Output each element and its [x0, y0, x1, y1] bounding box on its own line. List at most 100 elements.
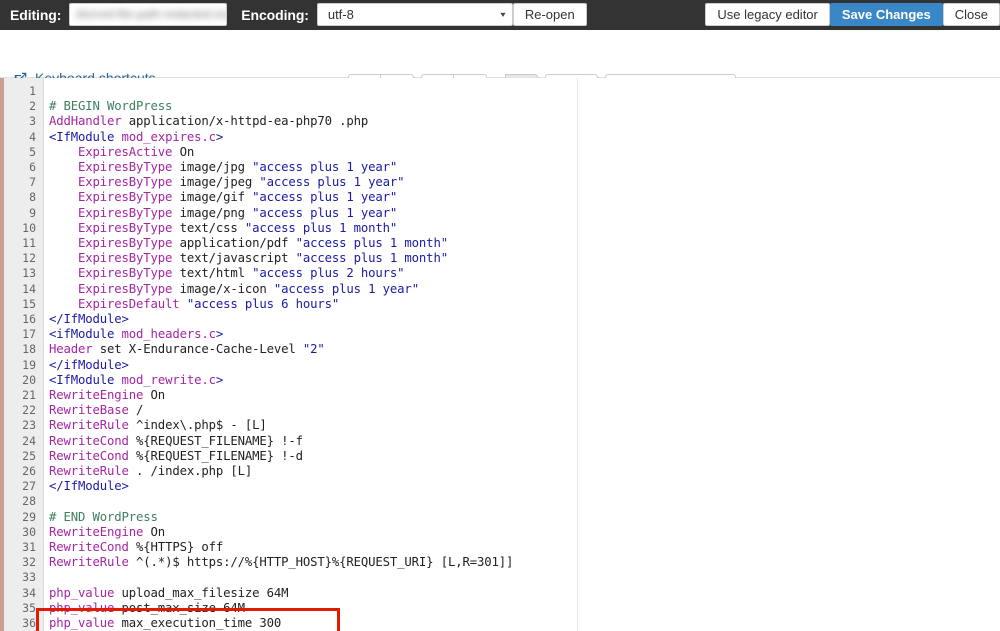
line-text: ExpiresByType application/pdf "access pl… — [78, 236, 448, 250]
line-number: 25 — [22, 448, 36, 463]
reopen-button[interactable]: Re-open — [512, 3, 587, 26]
code-line[interactable]: 15 ExpiresDefault "access plus 6 hours" — [0, 297, 1000, 312]
line-number: 21 — [22, 388, 36, 402]
line-text: php_value upload_max_filesize 64M — [49, 585, 289, 600]
code-line[interactable]: 1 — [0, 84, 1000, 99]
line-text: # END WordPress — [49, 509, 158, 524]
line-number: 13 — [22, 266, 36, 281]
line-text: RewriteCond %{REQUEST_FILENAME} !-f — [49, 433, 303, 448]
line-text: </ifModule> — [49, 357, 129, 372]
code-line[interactable]: 22 RewriteBase / — [0, 403, 1000, 418]
code-line[interactable]: 7 ExpiresByType image/jpeg "access plus … — [0, 175, 1000, 190]
editor-toolbar: Keyboard shortcuts — [0, 30, 1000, 102]
chevron-down-icon: ▾ — [500, 10, 506, 19]
code-line[interactable]: 5 ExpiresActive On — [0, 145, 1000, 160]
line-number: 5 — [29, 144, 36, 159]
code-line[interactable]: 29 # END WordPress — [0, 510, 1000, 525]
line-number: 35 — [22, 600, 36, 615]
code-line[interactable]: 16 </IfModule> — [0, 312, 1000, 327]
line-number: 24 — [22, 433, 36, 448]
code-line[interactable]: 10 ExpiresByType text/css "access plus 1… — [0, 221, 1000, 236]
line-number: 1 — [29, 84, 36, 98]
line-number: 36 — [22, 616, 36, 630]
line-text: RewriteRule ^(.*)$ https://%{HTTP_HOST}%… — [49, 555, 514, 570]
line-number: 3 — [29, 114, 36, 129]
line-number: 2 — [29, 99, 36, 114]
save-changes-button[interactable]: Save Changes — [829, 3, 943, 26]
line-number: 27 — [22, 479, 36, 494]
code-line[interactable]: 9 ExpiresByType image/png "access plus 1… — [0, 206, 1000, 221]
line-number: 29 — [22, 509, 36, 524]
line-number: 30 — [22, 524, 36, 539]
code-line[interactable]: 21 RewriteEngine On — [0, 388, 1000, 403]
code-line[interactable]: 2 # BEGIN WordPress — [0, 99, 1000, 114]
code-line[interactable]: 25 RewriteCond %{REQUEST_FILENAME} !-d — [0, 449, 1000, 464]
line-text: ExpiresByType text/css "access plus 1 mo… — [78, 220, 398, 235]
encoding-label: Encoding: — [241, 7, 309, 23]
line-text: ExpiresByType text/javascript "access pl… — [78, 251, 448, 266]
close-button[interactable]: Close — [942, 3, 1000, 26]
code-line[interactable]: 11 ExpiresByType application/pdf "access… — [0, 236, 1000, 251]
line-text: RewriteEngine On — [49, 524, 166, 539]
line-number: 32 — [22, 555, 36, 570]
line-text: ExpiresDefault "access plus 6 hours" — [78, 296, 340, 311]
line-number: 8 — [29, 190, 36, 205]
code-line[interactable]: 6 ExpiresByType image/jpg "access plus 1… — [0, 160, 1000, 175]
line-number: 7 — [29, 175, 36, 190]
line-number: 31 — [22, 540, 36, 554]
code-editor[interactable]: 1 2 # BEGIN WordPress 3 AddHandler applicati… — [0, 78, 1000, 631]
line-text: <ifModule mod_headers.c> — [49, 327, 224, 342]
line-number: 28 — [22, 494, 36, 509]
line-text: RewriteRule . /index.php [L] — [49, 464, 253, 478]
code-line[interactable]: 26 RewriteRule . /index.php [L] — [0, 464, 1000, 479]
line-text: RewriteCond %{REQUEST_FILENAME} !-d — [49, 448, 303, 463]
code-line[interactable]: 27 </IfModule> — [0, 479, 1000, 494]
code-line[interactable]: 12 ExpiresByType text/javascript "access… — [0, 251, 1000, 266]
line-text: # BEGIN WordPress — [49, 99, 173, 114]
code-line[interactable]: 34 php_value upload_max_filesize 64M — [0, 586, 1000, 601]
line-text: ExpiresByType image/png "access plus 1 y… — [78, 205, 398, 220]
line-text: Header set X-Endurance-Cache-Level "2" — [49, 342, 325, 357]
line-number: 4 — [29, 129, 36, 144]
code-line[interactable]: 24 RewriteCond %{REQUEST_FILENAME} !-f — [0, 434, 1000, 449]
code-line[interactable]: 4 <IfModule mod_expires.c> — [0, 130, 1000, 145]
line-text: php_value post_max_size 64M — [49, 600, 245, 615]
code-line[interactable]: 18 Header set X-Endurance-Cache-Level "2" — [0, 342, 1000, 357]
line-text: ExpiresByType image/jpeg "access plus 1 … — [78, 175, 405, 190]
line-number: 18 — [22, 342, 36, 357]
line-number: 23 — [22, 418, 36, 433]
code-line[interactable]: 19 </ifModule> — [0, 358, 1000, 373]
line-text: ExpiresByType image/jpg "access plus 1 y… — [78, 160, 398, 174]
line-number: 34 — [22, 585, 36, 600]
code-line[interactable]: 32 RewriteRule ^(.*)$ https://%{HTTP_HOST… — [0, 555, 1000, 570]
code-line[interactable]: 14 ExpiresByType image/x-icon "access pl… — [0, 282, 1000, 297]
code-line[interactable]: 23 RewriteRule ^index\.php$ - [L] — [0, 418, 1000, 433]
code-line[interactable]: 36 php_value max_execution_time 300 — [0, 616, 1000, 631]
code-line[interactable]: 3 AddHandler application/x-httpd-ea-php70… — [0, 114, 1000, 129]
line-number: 14 — [22, 281, 36, 296]
encoding-value: utf-8 — [327, 7, 354, 22]
line-text: ExpiresActive On — [78, 144, 195, 159]
line-number: 10 — [22, 220, 36, 235]
line-text: php_value max_execution_time 300 — [49, 616, 282, 630]
encoding-select[interactable]: utf-8 ▾ — [316, 3, 513, 26]
code-line[interactable]: 13 ExpiresByType text/html "access plus … — [0, 266, 1000, 281]
code-line[interactable]: 33 — [0, 570, 1000, 585]
line-text: ExpiresByType image/gif "access plus 1 y… — [78, 190, 398, 205]
use-legacy-editor-button[interactable]: Use legacy editor — [705, 3, 830, 26]
line-number: 33 — [22, 570, 36, 585]
top-bar: Editing: blurred-file-path-redacted.exam… — [0, 0, 1000, 30]
filename-field[interactable]: blurred-file-path-redacted.example — [69, 3, 228, 26]
line-text: ExpiresByType text/html "access plus 2 h… — [78, 266, 405, 281]
code-line[interactable]: 8 ExpiresByType image/gif "access plus 1… — [0, 190, 1000, 205]
code-line[interactable]: 28 — [0, 494, 1000, 509]
code-line[interactable]: 17 <ifModule mod_headers.c> — [0, 327, 1000, 342]
code-line[interactable]: 31 RewriteCond %{HTTPS} off — [0, 540, 1000, 555]
code-line[interactable]: 20 <IfModule mod_rewrite.c> — [0, 373, 1000, 388]
line-number: 9 — [29, 205, 36, 220]
line-number: 16 — [22, 312, 36, 326]
code-line[interactable]: 30 RewriteEngine On — [0, 525, 1000, 540]
code-line[interactable]: 35 php_value post_max_size 64M — [0, 601, 1000, 616]
line-text: RewriteBase / — [49, 403, 144, 418]
